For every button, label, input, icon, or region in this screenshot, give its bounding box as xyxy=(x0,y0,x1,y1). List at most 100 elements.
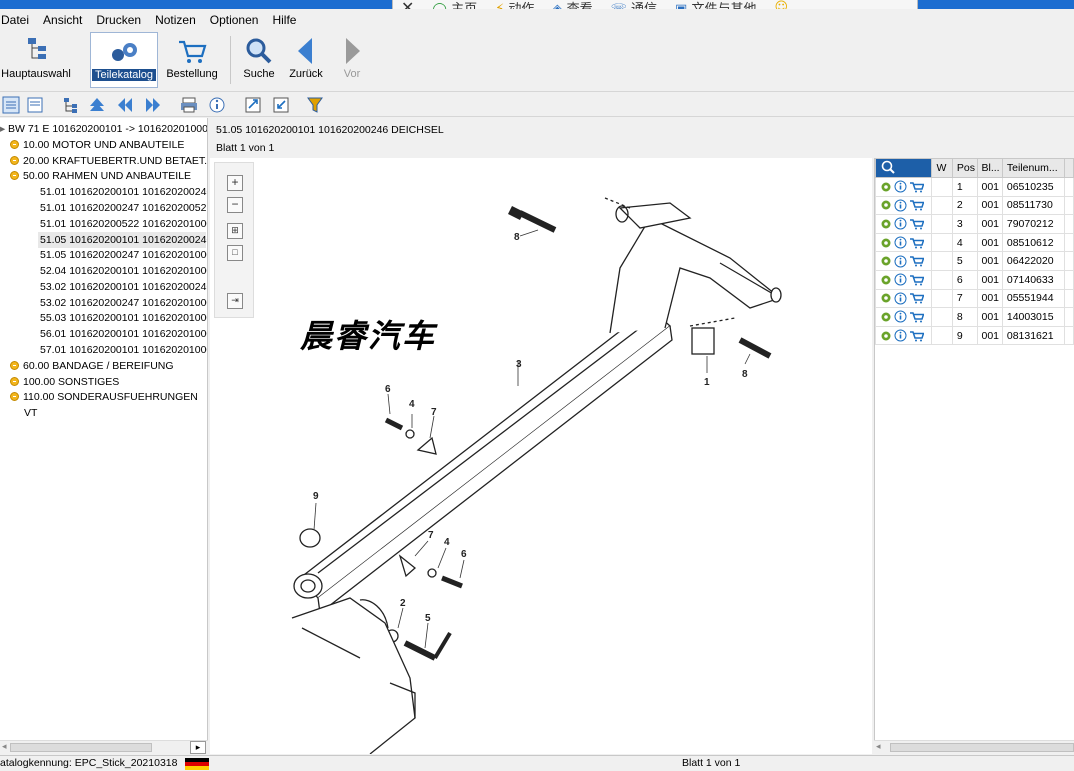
hauptauswahl-button[interactable]: Hauptauswahl xyxy=(0,32,72,88)
gear-icon[interactable] xyxy=(880,237,892,249)
gear-icon[interactable] xyxy=(880,274,892,286)
tree-child[interactable]: 53.02 101620200101 101620200246 xyxy=(40,279,207,295)
cart-icon[interactable] xyxy=(909,181,924,193)
next-icon[interactable] xyxy=(144,96,162,114)
table-row[interactable]: 3 001 79070212 xyxy=(875,214,1074,234)
tree-group[interactable]: VT xyxy=(24,405,37,421)
detail-view-icon[interactable] xyxy=(26,96,44,114)
table-row[interactable]: 7 001 05551944 xyxy=(875,288,1074,309)
gear-icon[interactable] xyxy=(880,255,892,267)
callout-5: 5 xyxy=(425,613,431,624)
tree-group[interactable]: 60.00 BANDAGE / BEREIFUNG xyxy=(10,358,174,374)
scroll-left-icon[interactable]: ◂ xyxy=(2,741,7,752)
info-icon[interactable] xyxy=(894,310,907,323)
tree-group[interactable]: 10.00 MOTOR UND ANBAUTEILE xyxy=(10,137,184,153)
info-icon[interactable] xyxy=(894,273,907,286)
tree-root[interactable]: ▸ BW 71 E 101620200101 -> 101620201000 xyxy=(0,121,207,137)
info-icon[interactable] xyxy=(208,96,226,114)
cart-icon[interactable] xyxy=(909,218,924,230)
cart-icon[interactable] xyxy=(909,330,924,342)
info-icon[interactable] xyxy=(894,217,907,230)
tree-child[interactable]: 55.03 101620200101 101620201000 xyxy=(40,310,207,326)
menu-drucken[interactable]: Drucken xyxy=(95,13,150,27)
previous-icon[interactable] xyxy=(116,96,134,114)
table-row[interactable]: 1 001 06510235 xyxy=(875,177,1074,197)
exploded-drawing[interactable]: + − ⊞ □ ⇥ 8 3 1 8 6 4 7 9 7 4 6 2 5 晨睿汽车 xyxy=(210,158,872,754)
gear-icon[interactable] xyxy=(880,292,892,304)
table-row[interactable]: 4 001 08510612 xyxy=(875,232,1074,253)
structure-icon[interactable] xyxy=(62,96,80,114)
menu-optionen[interactable]: Optionen xyxy=(209,13,268,27)
teilekatalog-button[interactable]: Teilekatalog xyxy=(90,32,158,88)
import-icon[interactable] xyxy=(272,96,290,114)
cart-icon[interactable] xyxy=(909,237,924,249)
callout-9: 9 xyxy=(313,491,319,502)
tree-child[interactable]: 56.01 101620200101 101620201000 xyxy=(40,326,207,342)
cell-pos: 5 xyxy=(951,251,978,271)
menu-hilfe[interactable]: Hilfe xyxy=(271,13,305,27)
vor-button[interactable]: Vor xyxy=(334,32,370,88)
table-row[interactable]: 8 001 14003015 xyxy=(875,307,1074,327)
tree-group[interactable]: 100.00 SONSTIGES xyxy=(10,374,119,390)
tree-child[interactable]: 52.04 101620200101 101620201000 xyxy=(40,263,207,279)
tree-child[interactable]: 51.01 101620200522 101620201000 xyxy=(40,216,207,232)
menu-notizen[interactable]: Notizen xyxy=(154,13,205,27)
tree-group[interactable]: 20.00 KRAFTUEBERTR.UND BETAET. xyxy=(10,153,207,169)
info-icon[interactable] xyxy=(894,199,907,212)
table-row[interactable]: 5 001 06422020 xyxy=(875,251,1074,271)
suche-button[interactable]: Suche xyxy=(238,32,280,88)
filter-icon[interactable] xyxy=(306,96,324,114)
menu-ansicht[interactable]: Ansicht xyxy=(42,13,91,27)
scroll-left-icon[interactable]: ◂ xyxy=(876,741,881,752)
cart-icon[interactable] xyxy=(909,255,924,267)
table-row[interactable]: 6 001 07140633 xyxy=(875,269,1074,290)
tree-child[interactable]: 51.05 101620200247 101620201000 xyxy=(40,247,207,263)
tree-child[interactable]: 51.01 101620200101 101620200246 xyxy=(40,184,207,200)
tree-horizontal-scrollbar[interactable]: ◂ ▸ xyxy=(0,740,208,754)
row-actions xyxy=(875,307,933,327)
expand-icon[interactable]: ▸ xyxy=(0,121,8,137)
info-icon[interactable] xyxy=(894,292,907,305)
list-view-icon[interactable] xyxy=(2,96,20,114)
column-teilenummer[interactable]: Teilenum... xyxy=(1001,158,1066,178)
tree-child[interactable]: 51.01 101620200247 101620200521 xyxy=(40,200,207,216)
cart-icon[interactable] xyxy=(909,274,924,286)
tree-child[interactable]: 53.02 101620200247 101620201000 xyxy=(40,295,208,311)
column-pos[interactable]: Pos xyxy=(951,158,978,178)
bestellung-button[interactable]: Bestellung xyxy=(162,32,222,88)
tree-child-selected[interactable]: 51.05 101620200101 101620200246 xyxy=(38,232,207,248)
zurueck-button[interactable]: Zurück xyxy=(286,32,326,88)
gear-icon[interactable] xyxy=(880,311,892,323)
cart-icon[interactable] xyxy=(909,292,924,304)
gear-icon[interactable] xyxy=(880,199,892,211)
scrollbar-thumb[interactable] xyxy=(10,743,152,752)
info-icon[interactable] xyxy=(894,236,907,249)
info-icon[interactable] xyxy=(894,329,907,342)
cart-icon[interactable] xyxy=(909,199,924,211)
cart-icon[interactable] xyxy=(909,311,924,323)
tree-child[interactable]: 57.01 101620200101 101620201000 xyxy=(40,342,207,358)
column-more[interactable] xyxy=(1064,158,1074,178)
parts-horizontal-scrollbar[interactable]: ◂ xyxy=(874,740,1074,754)
column-w[interactable]: W xyxy=(931,158,953,178)
column-bl[interactable]: Bl... xyxy=(976,158,1003,178)
table-row[interactable]: 2 001 08511730 xyxy=(875,195,1074,216)
gear-icon[interactable] xyxy=(880,218,892,230)
gear-icon[interactable] xyxy=(880,330,892,342)
gear-icon[interactable] xyxy=(880,181,892,193)
tree-group[interactable]: 110.00 SONDERAUSFUEHRUNGEN xyxy=(10,389,198,405)
column-tools[interactable] xyxy=(875,158,933,178)
cell-teilenummer: 08131621 xyxy=(1001,325,1066,346)
callout-1: 1 xyxy=(704,377,710,388)
table-row[interactable]: 9 001 08131621 xyxy=(875,325,1074,346)
info-icon[interactable] xyxy=(894,180,907,193)
tree-group-expanded[interactable]: 50.00 RAHMEN UND ANBAUTEILE xyxy=(10,168,191,184)
menu-datei[interactable]: Datei xyxy=(0,13,38,27)
export-icon[interactable] xyxy=(244,96,262,114)
tree-child-label: 53.02 101620200247 101620201000 xyxy=(40,297,208,309)
scroll-right-icon[interactable]: ▸ xyxy=(190,741,206,754)
level-up-icon[interactable] xyxy=(88,96,106,114)
scrollbar-thumb[interactable] xyxy=(890,743,1074,752)
info-icon[interactable] xyxy=(894,255,907,268)
print-icon[interactable] xyxy=(180,96,198,114)
